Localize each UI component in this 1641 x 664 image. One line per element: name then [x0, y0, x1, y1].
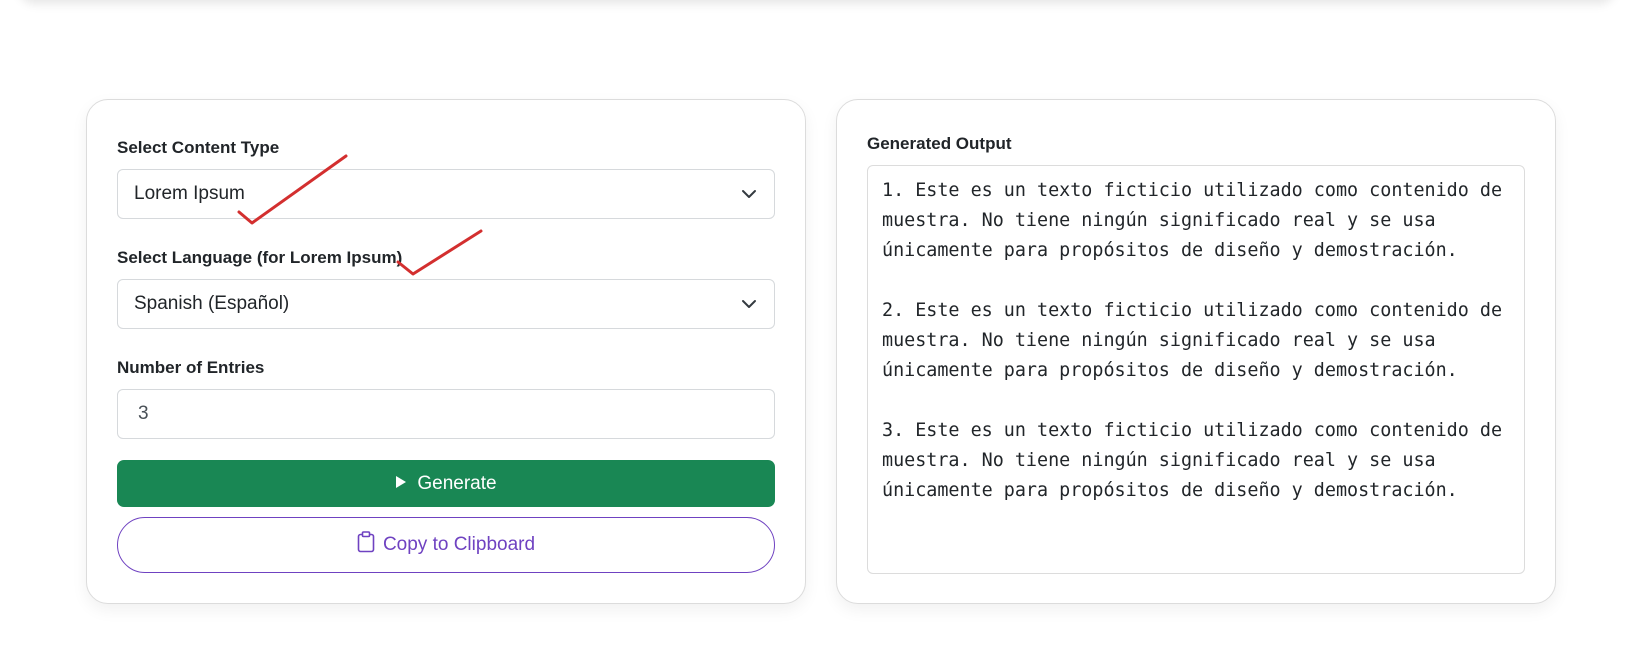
output-label: Generated Output	[867, 134, 1012, 153]
language-select[interactable]: Spanish (Español)	[117, 279, 775, 329]
copy-label: Copy to Clipboard	[382, 534, 536, 555]
entries-input[interactable]: 3	[117, 389, 775, 439]
play-icon	[395, 473, 407, 495]
copy-to-clipboard-button[interactable]: Copy to Clipboard	[117, 517, 775, 573]
language-label: Select Language (for Lorem Ipsum)	[117, 248, 403, 267]
content-type-value: Lorem Ipsum	[134, 183, 245, 204]
generate-label: Generate	[417, 472, 497, 494]
language-value: Spanish (Español)	[134, 293, 290, 314]
entries-label: Number of Entries	[117, 358, 265, 377]
entries-value: 3	[138, 403, 149, 424]
content-type-select[interactable]: Lorem Ipsum	[117, 169, 775, 219]
chevron-down-icon	[740, 185, 758, 203]
content-type-label: Select Content Type	[117, 138, 280, 157]
clipboard-icon	[357, 531, 375, 559]
generate-button[interactable]: Generate	[117, 460, 775, 507]
generator-form-card: Select Content Type Lorem Ipsum Select L…	[86, 99, 806, 604]
output-card: Generated Output 1. Este es un texto fic…	[836, 99, 1556, 604]
chevron-down-icon	[740, 295, 758, 313]
output-textarea[interactable]: 1. Este es un texto ficticio utilizado c…	[867, 165, 1525, 574]
